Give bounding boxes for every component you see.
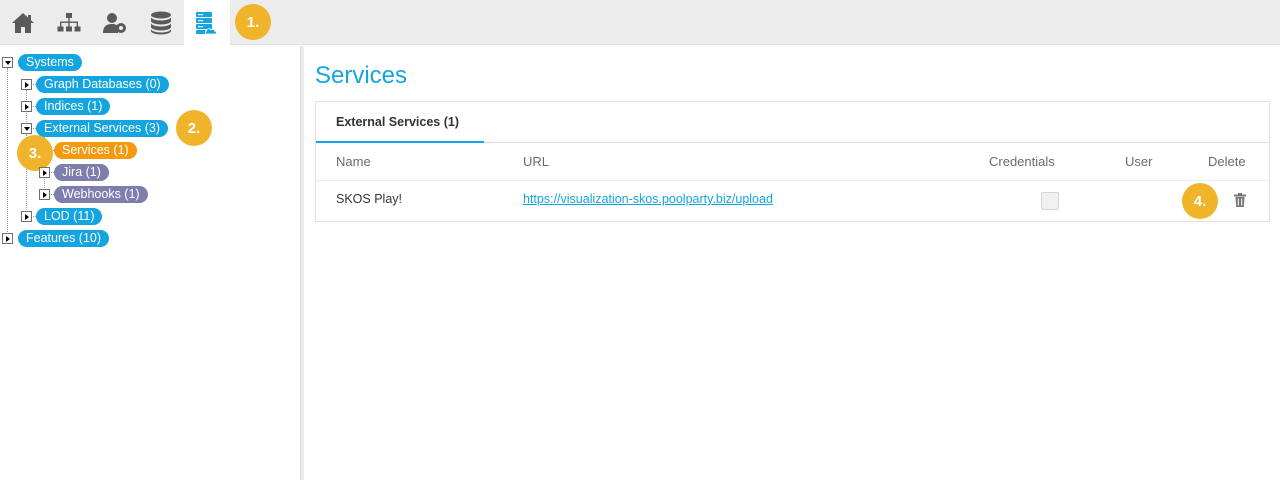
tree-node-services[interactable]: Services (1) xyxy=(54,142,137,159)
column-header-name: Name xyxy=(336,154,371,169)
main-content: Services External Services (1) Name URL … xyxy=(304,46,1280,480)
lod-expand-toggle[interactable] xyxy=(21,211,32,222)
tab-external-services[interactable]: External Services (1) xyxy=(316,102,484,143)
callout-3: 3. xyxy=(17,135,53,171)
home-icon xyxy=(12,12,34,33)
tree-node-external-services[interactable]: External Services (3) xyxy=(36,120,169,137)
services-panel: External Services (1) Name URL Credentia… xyxy=(315,101,1270,222)
credentials-checkbox[interactable] xyxy=(1041,192,1059,210)
database-button[interactable] xyxy=(138,0,184,45)
home-button[interactable] xyxy=(0,0,46,45)
callout-1: 1. xyxy=(235,4,271,40)
tab-label: External Services (1) xyxy=(336,115,459,129)
column-header-delete: Delete xyxy=(1208,154,1246,169)
callout-4: 4. xyxy=(1182,183,1218,219)
tree-node-jira[interactable]: Jira (1) xyxy=(54,164,109,181)
trash-icon xyxy=(1234,193,1246,207)
page-title: Services xyxy=(315,62,408,89)
structure-button[interactable] xyxy=(46,0,92,45)
top-toolbar: 1. xyxy=(0,0,1280,45)
tree-node-graph-databases[interactable]: Graph Databases (0) xyxy=(36,76,169,93)
indices-expand-toggle[interactable] xyxy=(21,101,32,112)
tree-node-systems[interactable]: Systems xyxy=(18,54,82,71)
callout-2: 2. xyxy=(176,110,212,146)
tab-bar: External Services (1) xyxy=(316,102,1269,143)
user-settings-button[interactable] xyxy=(92,0,138,45)
tree-node-lod[interactable]: LOD (11) xyxy=(36,208,103,225)
external-services-collapse-toggle[interactable] xyxy=(21,123,32,134)
column-header-credentials: Credentials xyxy=(989,154,1055,169)
database-icon xyxy=(151,11,171,34)
tree-node-indices[interactable]: Indices (1) xyxy=(36,98,111,115)
server-cloud-icon xyxy=(196,11,217,34)
sitemap-icon xyxy=(57,12,81,31)
table-divider xyxy=(316,180,1269,181)
systems-collapse-toggle[interactable] xyxy=(2,57,13,68)
delete-button[interactable] xyxy=(1234,193,1246,212)
external-services-button[interactable] xyxy=(184,0,230,45)
jira-expand-toggle[interactable] xyxy=(39,167,50,178)
webhooks-expand-toggle[interactable] xyxy=(39,189,50,200)
column-header-url: URL xyxy=(523,154,550,169)
tree-node-webhooks[interactable]: Webhooks (1) xyxy=(54,186,148,203)
column-header-user: User xyxy=(1125,154,1153,169)
tree-node-features[interactable]: Features (10) xyxy=(18,230,110,247)
user-settings-icon xyxy=(103,12,126,33)
graph-databases-expand-toggle[interactable] xyxy=(21,79,32,90)
features-expand-toggle[interactable] xyxy=(2,233,13,244)
service-name: SKOS Play! xyxy=(336,192,402,206)
service-url-link[interactable]: https://visualization-skos.poolparty.biz… xyxy=(523,192,773,206)
